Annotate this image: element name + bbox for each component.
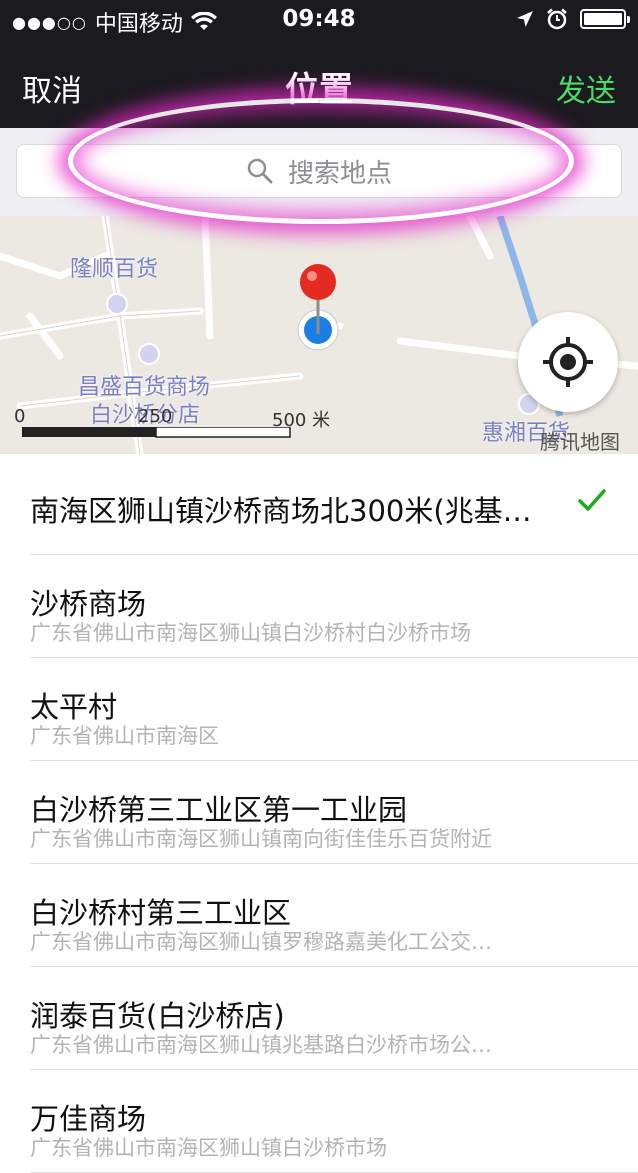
list-item-selected[interactable]: 南海区狮山镇沙桥商场北300米(兆基… [30,454,638,555]
list-item[interactable]: 润泰百货(白沙桥店) 广东省佛山市南海区狮山镇兆基路白沙桥市场公… [30,967,638,1070]
locate-me-button[interactable] [518,312,618,412]
list-item-address: 广东省佛山市南海区狮山镇白沙桥村白沙桥市场 [30,621,471,645]
checkmark-icon [578,489,606,511]
poi-label[interactable]: 隆顺百货 [70,258,158,282]
shop-icon [106,293,128,315]
list-item-title: 南海区狮山镇沙桥商场北300米(兆基… [30,494,532,528]
scale-label-zero: 0 [14,406,26,427]
send-button[interactable]: 发送 [556,66,616,110]
map-watermark: 腾讯地图 [540,430,620,454]
list-item[interactable]: 沙桥商场 广东省佛山市南海区狮山镇白沙桥村白沙桥市场 [30,555,638,658]
list-item[interactable]: 白沙桥第三工业区第一工业园 广东省佛山市南海区狮山镇南向街佳佳乐百货附近 [30,761,638,864]
scale-label-mid: 250 [138,406,173,427]
list-item-address: 广东省佛山市南海区狮山镇南向街佳佳乐百货附近 [30,827,492,851]
location-arrow-icon [517,11,533,27]
list-item[interactable]: 太平村 广东省佛山市南海区 [30,658,638,761]
status-bar: ●●●○○ 中国移动 09:48 [0,0,638,42]
list-item-address: 广东省佛山市南海区狮山镇白沙桥市场 [30,1136,387,1160]
battery-icon [580,9,630,29]
shop-icon [138,343,160,365]
search-bar-container: 搜索地点 [0,128,638,216]
list-item-address: 广东省佛山市南海区狮山镇罗穆路嘉美化工公交… [30,930,492,954]
search-placeholder: 搜索地点 [287,158,392,189]
location-list: 南海区狮山镇沙桥商场北300米(兆基… 沙桥商场 广东省佛山市南海区狮山镇白沙桥… [0,454,638,1173]
nav-bar: 取消 位置 发送 [0,42,638,128]
list-item-address: 广东省佛山市南海区 [30,724,219,748]
alarm-icon [547,8,567,30]
search-input[interactable]: 搜索地点 [16,144,622,198]
map-pin-icon [297,264,339,351]
list-item[interactable]: 万佳商场 广东省佛山市南海区狮山镇白沙桥市场 [30,1070,638,1173]
page-title: 位置 [285,70,353,110]
crosshair-icon [543,337,593,387]
status-right [516,8,630,30]
poi-label[interactable]: 昌盛百货商场 [78,376,210,400]
list-item[interactable]: 白沙桥村第三工业区 广东省佛山市南海区狮山镇罗穆路嘉美化工公交… [30,864,638,967]
list-item-address: 广东省佛山市南海区狮山镇兆基路白沙桥市场公… [30,1033,492,1057]
search-icon [247,158,273,184]
map-scale-bar [22,427,291,438]
